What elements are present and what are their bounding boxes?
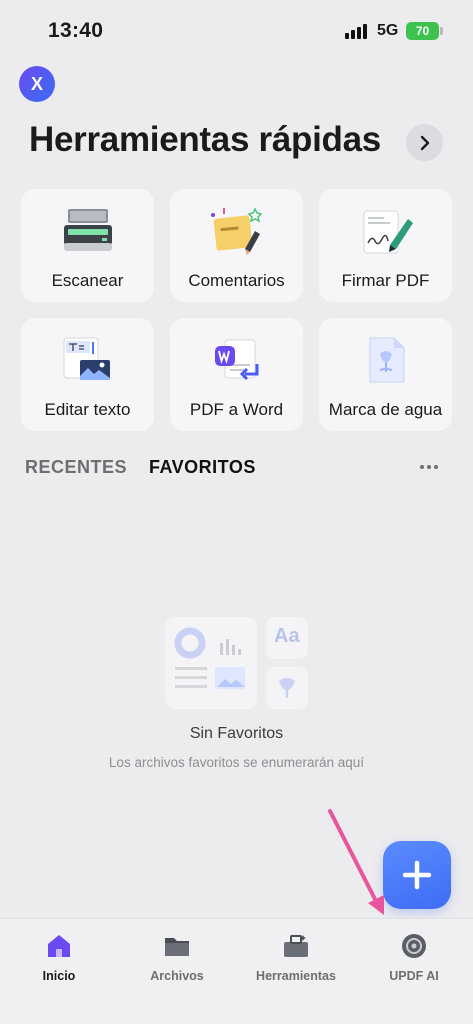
bottom-tab-bar: Inicio Archivos Herramientas UPDF AI (0, 918, 473, 1024)
tab-recent[interactable]: RECENTES (25, 457, 127, 478)
sticky-note-icon (211, 207, 263, 255)
tool-label: Comentarios (188, 271, 285, 290)
tool-label: Escanear (51, 271, 124, 290)
sign-pen-icon (363, 210, 413, 254)
toolbox-icon (284, 935, 308, 957)
tool-label: Marca de agua (328, 400, 443, 419)
tabbar-label: Inicio (42, 969, 76, 983)
tool-label: Editar texto (44, 400, 131, 419)
tool-card-scan[interactable]: Escanear (21, 189, 154, 302)
network-type: 5G (377, 22, 399, 39)
status-time: 13:40 (48, 19, 104, 42)
tabbar-item-home[interactable]: Inicio (9, 933, 109, 983)
plus-icon (402, 860, 432, 890)
tool-card-sign[interactable]: Firmar PDF (319, 189, 452, 302)
tabbar-item-tools[interactable]: Herramientas (246, 933, 346, 983)
tab-favorites[interactable]: FAVORITOS (149, 457, 256, 478)
tool-card-comments[interactable]: Comentarios (170, 189, 303, 302)
scanner-icon (64, 209, 112, 251)
battery-icon: 70 (406, 22, 439, 40)
tool-card-edit-text[interactable]: Editar texto (21, 318, 154, 431)
tabbar-item-ai[interactable]: UPDF AI (364, 933, 464, 983)
illustration-text: Aa (274, 625, 300, 647)
tabbar-label: Archivos (150, 969, 204, 983)
tabbar-label: UPDF AI (389, 969, 439, 983)
pdf-to-word-icon (215, 339, 259, 381)
more-options-icon[interactable] (420, 465, 440, 471)
tabbar-label: Herramientas (256, 969, 336, 983)
page-title: Herramientas rápidas (29, 120, 381, 159)
app-screen: 13:40 5G 70 X Herramientas rápidas Escan… (0, 0, 473, 1024)
chevron-right-icon (420, 135, 429, 150)
tool-card-watermark[interactable]: Marca de agua (319, 318, 452, 431)
folder-icon (165, 938, 189, 956)
tool-label: PDF a Word (189, 400, 284, 419)
signal-icon (345, 24, 371, 39)
empty-title: Sin Favoritos (189, 725, 284, 742)
empty-subtitle: Los archivos favoritos se enumerarán aqu… (108, 755, 365, 770)
home-icon (48, 935, 70, 957)
edit-text-icon (63, 337, 110, 380)
battery-tip (440, 27, 443, 35)
watermark-icon (369, 337, 405, 383)
avatar[interactable]: X (19, 66, 55, 102)
battery-level: 70 (415, 24, 430, 38)
empty-illustration: Aa (165, 615, 310, 711)
tool-card-pdf-to-word[interactable]: PDF a Word (170, 318, 303, 431)
add-button[interactable] (383, 841, 451, 909)
more-tools-button[interactable] (406, 124, 443, 161)
tabbar-item-files[interactable]: Archivos (127, 933, 227, 983)
tool-label: Firmar PDF (341, 271, 430, 290)
ai-icon (402, 934, 426, 958)
